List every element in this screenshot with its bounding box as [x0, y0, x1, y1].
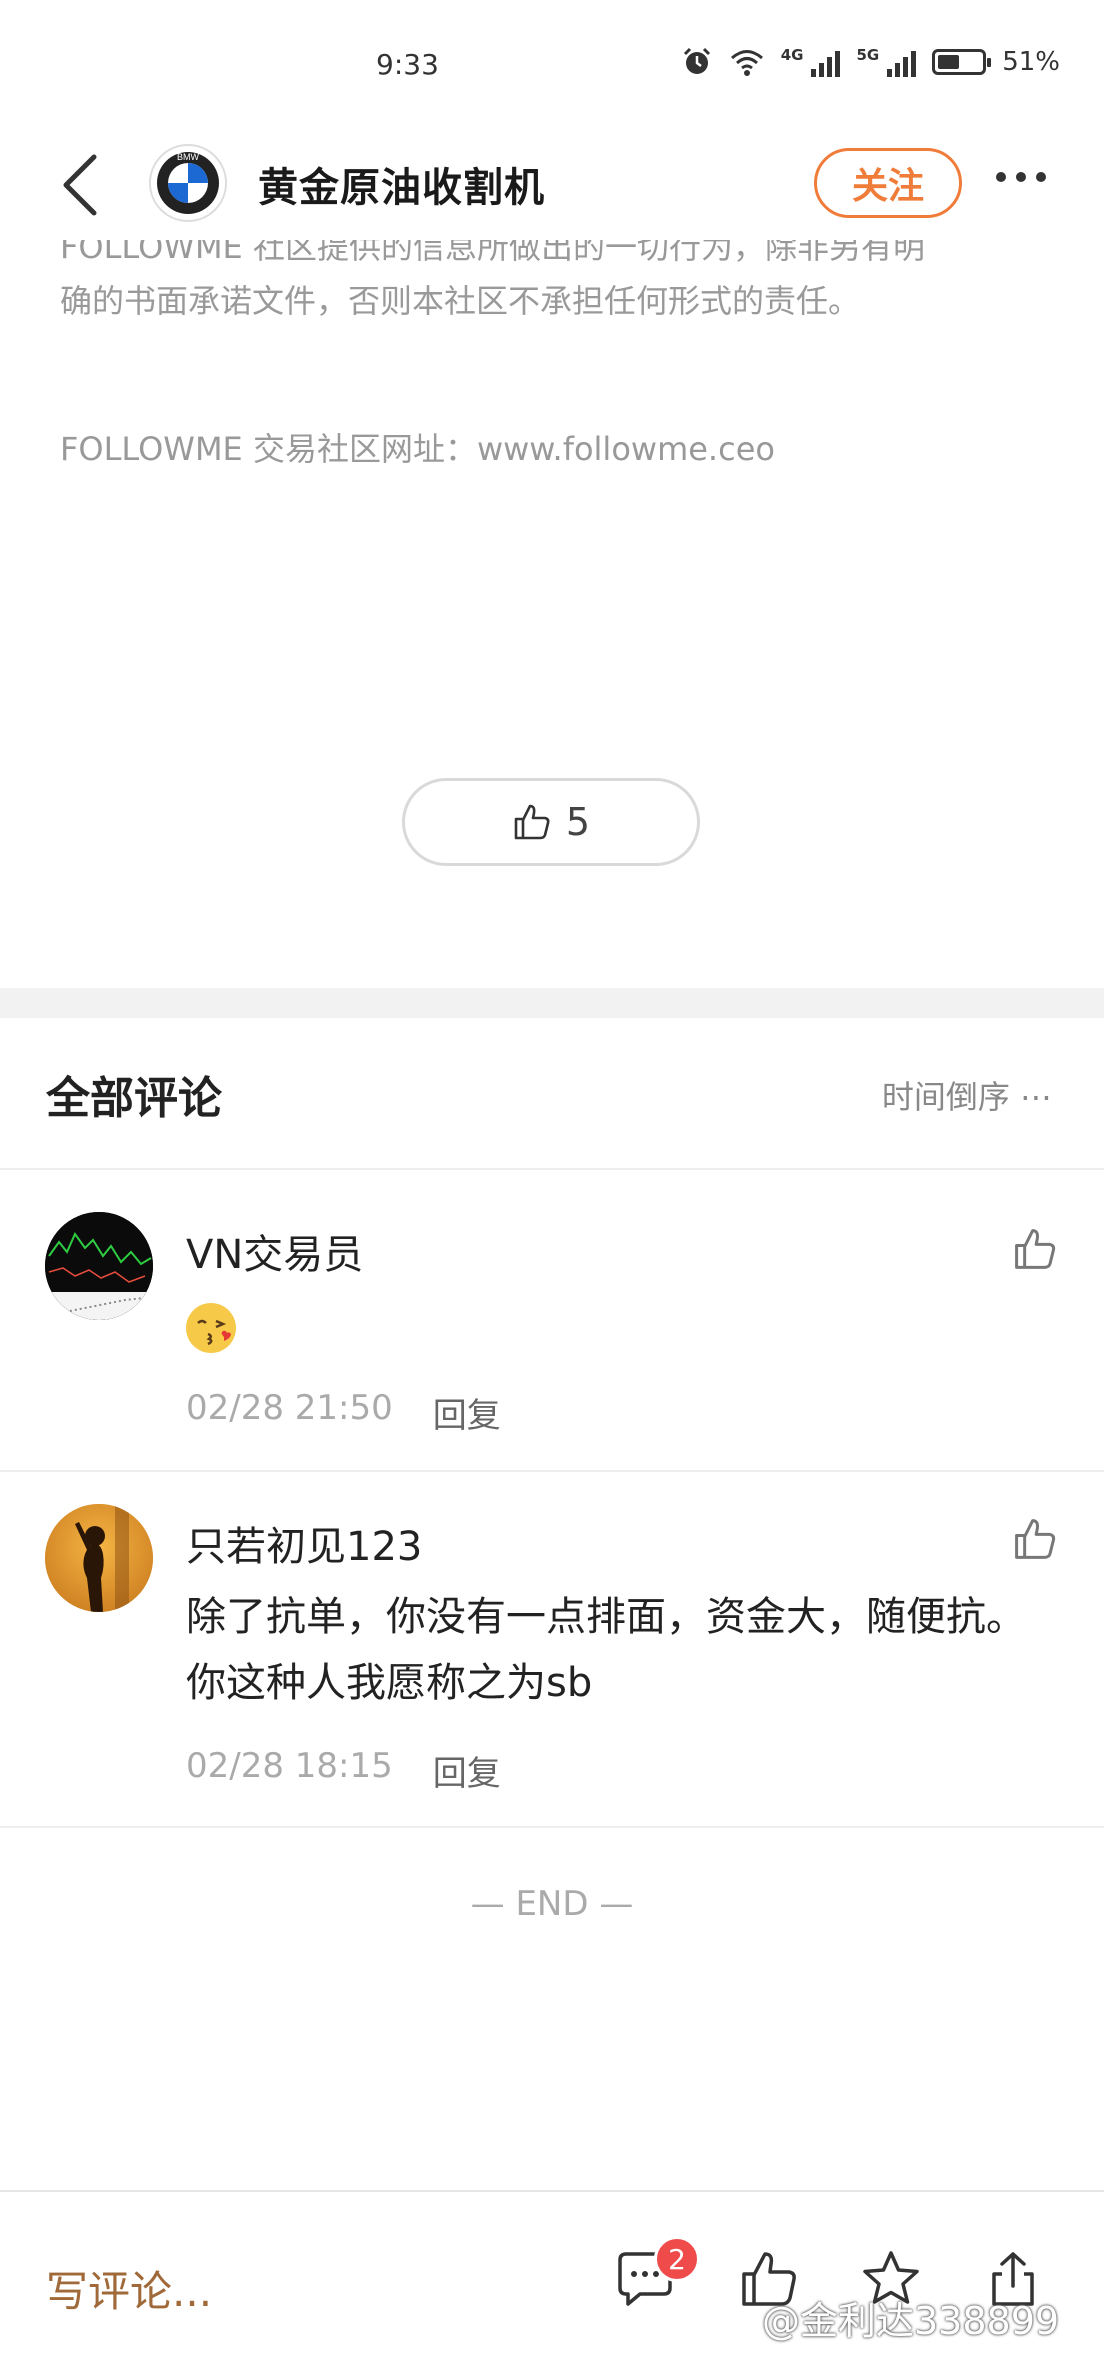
account-avatar-bmw-logo[interactable]: BMW [148, 143, 228, 223]
section-divider [0, 988, 1104, 1018]
comment-time: 02/28 21:50 [186, 1388, 393, 1428]
divider [0, 1826, 1104, 1828]
comment-text: 除了抗单，你没有一点排面，资金大，随便抗。你这种人我愿称之为sb [186, 1594, 1026, 1706]
kissing-face-emoji-icon [186, 1303, 236, 1353]
more-options-icon[interactable] [996, 172, 1046, 182]
network-type-2: 5G [856, 46, 880, 64]
sort-dropdown[interactable]: 时间倒序 ⋯ [882, 1072, 1052, 1118]
website-text: FOLLOWME 交易社区网址：www.followme.ceo [60, 430, 775, 468]
comment-time: 02/28 18:15 [186, 1746, 393, 1786]
disclaimer-text: 确的书面承诺文件，否则本社区不承担任何形式的责任。 [60, 282, 861, 320]
reply-button[interactable]: 回复 [433, 1388, 501, 1437]
sort-label: 时间倒序 [881, 1078, 1010, 1116]
comment-username[interactable]: VN交易员 [186, 1222, 363, 1280]
comment-meta: 02/28 21:50 回复 [186, 1388, 501, 1437]
comment-count-badge: 2 [654, 2236, 700, 2282]
like-count: 5 [565, 800, 591, 844]
status-icons: 4G 5G 51% [681, 46, 1060, 78]
account-name[interactable]: 黄金原油收割机 [258, 155, 545, 213]
battery-percent: 51% [1002, 47, 1060, 77]
status-time: 9:33 [376, 48, 439, 81]
divider [0, 1470, 1104, 1472]
sort-more-icon: ⋯ [1020, 1078, 1052, 1116]
status-bar: 9:33 4G 5G 51% [0, 0, 1104, 130]
article-like-button[interactable]: 5 [402, 778, 700, 866]
divider [0, 1168, 1104, 1170]
back-arrow-icon[interactable] [58, 153, 102, 217]
comment-username[interactable]: 只若初见123 [186, 1514, 422, 1572]
network-type-1: 4G [780, 46, 804, 64]
signal-icon-1 [811, 47, 841, 77]
comment-like-icon[interactable] [1012, 1226, 1058, 1272]
signal-icon-2 [887, 47, 917, 77]
comment-like-icon[interactable] [1012, 1516, 1058, 1562]
alarm-icon [683, 47, 710, 74]
thumbs-up-icon [514, 804, 550, 840]
avatar[interactable] [45, 1504, 153, 1612]
watermark-text: @金利达338899 [762, 2299, 1060, 2343]
comment-meta: 02/28 18:15 回复 [186, 1746, 501, 1795]
follow-button[interactable]: 关注 [814, 148, 962, 218]
avatar[interactable] [45, 1212, 153, 1320]
logo-letters: BMW [177, 152, 200, 162]
bottom-bar-divider [0, 2190, 1104, 2192]
write-comment-input[interactable]: 写评论... [46, 2258, 212, 2319]
battery-icon [932, 49, 992, 75]
chart-avatar-image [45, 1212, 153, 1320]
silhouette-avatar-image [45, 1504, 153, 1612]
end-marker: — END — [470, 1884, 634, 1924]
comments-title: 全部评论 [46, 1073, 222, 1124]
reply-button[interactable]: 回复 [433, 1746, 501, 1795]
wifi-icon [730, 50, 763, 76]
